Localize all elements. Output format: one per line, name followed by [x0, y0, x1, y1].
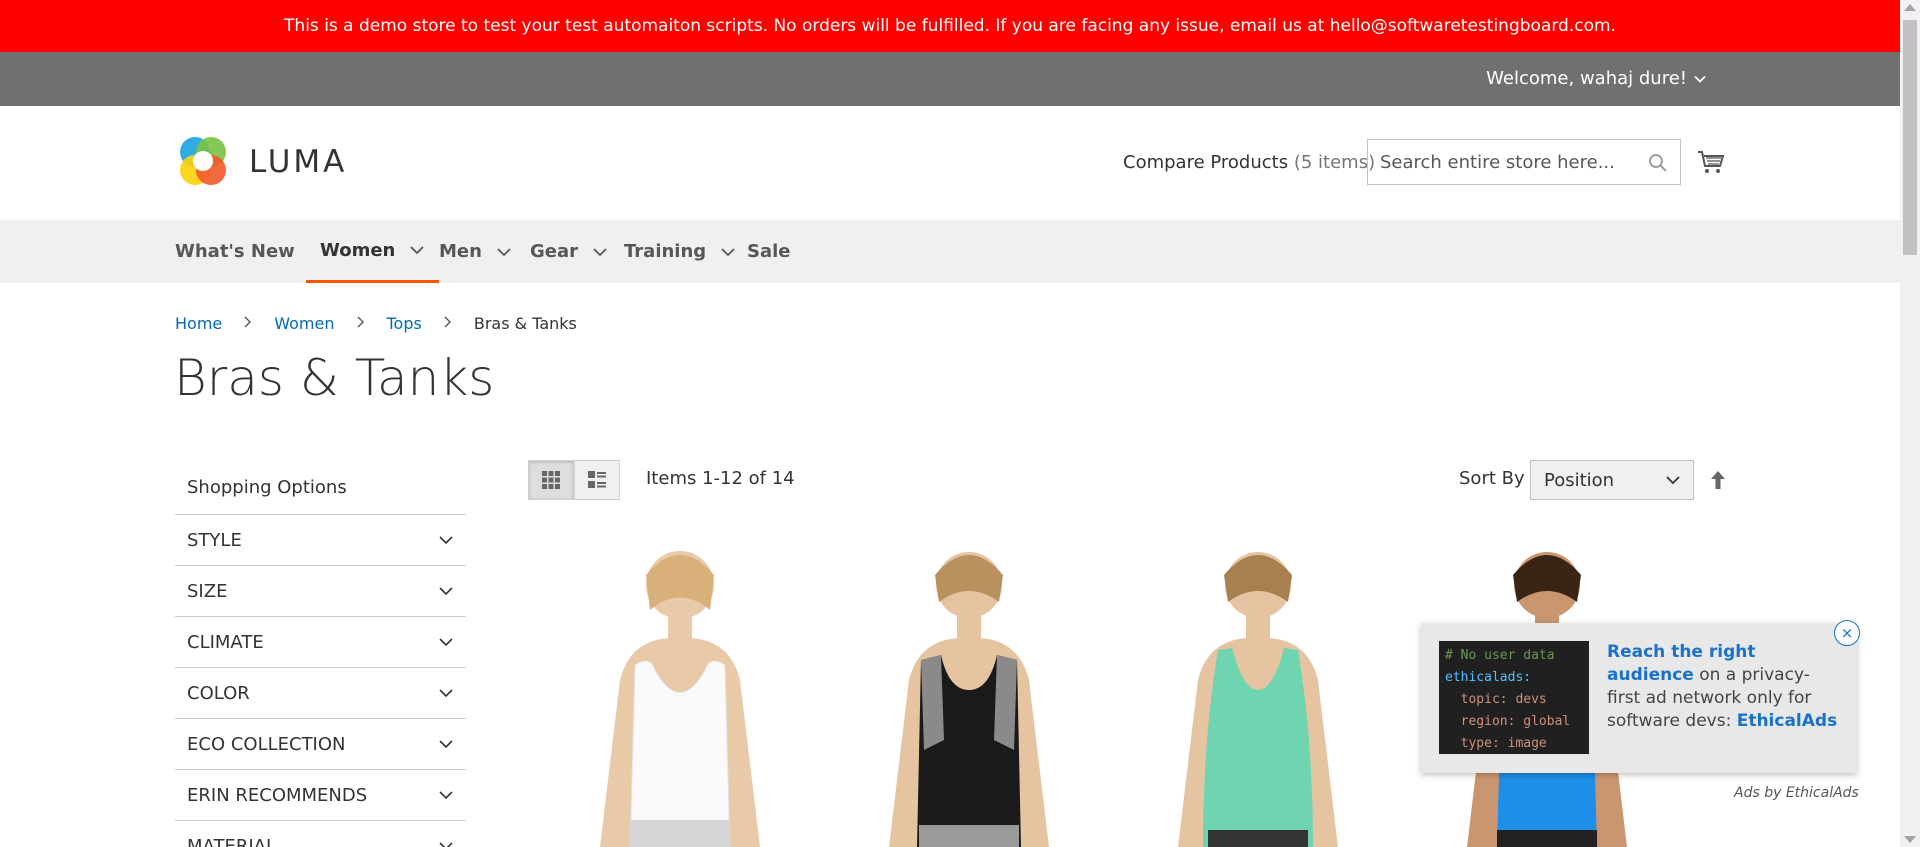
chevron-right-icon	[356, 316, 366, 332]
nav-label: What's New	[175, 241, 295, 262]
list-icon	[588, 471, 606, 488]
nav-men[interactable]: Men	[439, 220, 512, 283]
sort-value: Position	[1544, 469, 1615, 491]
breadcrumb-current: Bras & Tanks	[473, 314, 577, 333]
chevron-down-icon	[593, 247, 607, 256]
demo-store-banner: This is a demo store to test your test a…	[0, 0, 1900, 52]
nav-gear[interactable]: Gear	[530, 220, 608, 283]
grid-icon	[542, 471, 560, 489]
compare-count: (5 items)	[1293, 152, 1376, 173]
ads-credit[interactable]: Ads by EthicalAds	[1734, 785, 1859, 801]
product-item[interactable]	[560, 540, 800, 847]
site-header: LUMA Compare Products (5 items)	[0, 106, 1900, 220]
chevron-right-icon	[443, 316, 453, 332]
list-view-button[interactable]	[574, 460, 620, 500]
nav-label: Sale	[747, 241, 791, 262]
shopping-options-sidebar: Shopping Options STYLE SIZE CLIMATE COLO…	[175, 460, 466, 847]
nav-label: Men	[439, 241, 482, 262]
filter-erin-recommends[interactable]: ERIN RECOMMENDS	[175, 769, 466, 820]
product-image	[600, 551, 760, 847]
ethicalads-ad[interactable]: × # No user data ethicalads: topic: devs…	[1421, 620, 1860, 773]
items-count: Items 1-12 of 14	[646, 468, 795, 489]
filter-style[interactable]: STYLE	[175, 514, 466, 565]
ad-code-line: topic: devs	[1445, 692, 1547, 707]
compare-label: Compare Products	[1123, 152, 1289, 173]
nav-label: Training	[624, 241, 707, 262]
scroll-down-arrow-icon[interactable]	[1904, 836, 1916, 843]
view-mode-switcher	[528, 460, 620, 500]
search-icon[interactable]	[1648, 153, 1668, 173]
chevron-down-icon	[439, 842, 453, 847]
chevron-down-icon	[439, 740, 453, 749]
nav-whats-new[interactable]: What's New	[175, 220, 295, 283]
scroll-up-arrow-icon[interactable]	[1904, 4, 1916, 11]
ad-text: Reach the right audience on a privacy-fi…	[1607, 641, 1843, 733]
filter-label: COLOR	[187, 682, 250, 704]
filter-label: STYLE	[187, 529, 242, 551]
filter-label: SIZE	[187, 580, 228, 602]
product-image	[889, 552, 1049, 847]
chevron-down-icon	[410, 246, 424, 255]
breadcrumb: Home Women Tops Bras & Tanks	[175, 314, 577, 333]
products-toolbar: Items 1-12 of 14 Sort By Position	[528, 460, 1728, 500]
nav-label: Women	[320, 239, 396, 261]
chevron-down-icon	[439, 638, 453, 647]
search-input[interactable]	[1380, 151, 1640, 173]
filter-climate[interactable]: CLIMATE	[175, 616, 466, 667]
filter-label: MATERIAL	[187, 835, 276, 847]
chevron-right-icon	[243, 316, 253, 332]
product-item[interactable]	[1138, 540, 1378, 847]
filter-eco-collection[interactable]: ECO COLLECTION	[175, 718, 466, 769]
product-item[interactable]	[849, 540, 1089, 847]
grid-view-button[interactable]	[528, 460, 574, 500]
welcome-text: Welcome, wahaj dure!	[1486, 68, 1687, 89]
filter-label: ECO COLLECTION	[187, 733, 346, 755]
logo-text: LUMA	[249, 144, 348, 180]
chevron-down-icon	[439, 587, 453, 596]
chevron-down-icon	[1694, 75, 1706, 83]
scrollbar-thumb[interactable]	[1903, 20, 1917, 255]
breadcrumb-home[interactable]: Home	[175, 314, 222, 333]
ad-code-line: type: image	[1445, 736, 1547, 751]
sort-direction-arrow-icon[interactable]	[1708, 469, 1728, 491]
filter-size[interactable]: SIZE	[175, 565, 466, 616]
breadcrumb-tops[interactable]: Tops	[387, 314, 422, 333]
nav-training[interactable]: Training	[624, 220, 736, 283]
ethicalads-link[interactable]: EthicalAds	[1737, 711, 1838, 731]
search-box	[1367, 139, 1681, 185]
chevron-down-icon	[721, 247, 735, 256]
luma-logo-icon	[180, 137, 226, 185]
nav-sale[interactable]: Sale	[747, 220, 791, 283]
sort-by-label: Sort By	[1459, 468, 1525, 489]
top-bar: Welcome, wahaj dure!	[0, 52, 1900, 106]
ad-code-image: # No user data ethicalads: topic: devs r…	[1439, 641, 1589, 754]
sort-by-select[interactable]: Position	[1530, 460, 1694, 500]
nav-women[interactable]: Women	[306, 220, 440, 283]
chevron-down-icon	[439, 536, 453, 545]
chevron-down-icon	[1666, 476, 1680, 485]
chevron-down-icon	[497, 247, 511, 256]
shopping-cart-icon[interactable]	[1697, 148, 1725, 176]
luma-logo[interactable]: LUMA	[175, 134, 347, 190]
filter-label: CLIMATE	[187, 631, 264, 653]
chevron-down-icon	[439, 791, 453, 800]
filter-color[interactable]: COLOR	[175, 667, 466, 718]
page-title: Bras & Tanks	[174, 349, 495, 407]
chevron-down-icon	[439, 689, 453, 698]
filter-material[interactable]: MATERIAL	[175, 820, 466, 847]
main-navigation: What's New Women Men Gear Training Sale	[0, 220, 1900, 283]
ad-code-line: region: global	[1445, 714, 1571, 729]
ad-code-line: # No user data	[1445, 648, 1555, 663]
banner-text: This is a demo store to test your test a…	[284, 16, 1616, 36]
filter-label: ERIN RECOMMENDS	[187, 784, 368, 806]
product-image	[1178, 552, 1338, 847]
nav-label: Gear	[530, 241, 579, 262]
breadcrumb-women[interactable]: Women	[274, 314, 334, 333]
shopping-options-title: Shopping Options	[187, 476, 347, 498]
compare-products-link[interactable]: Compare Products (5 items)	[1123, 152, 1375, 173]
customer-welcome-menu[interactable]: Welcome, wahaj dure!	[1486, 68, 1707, 89]
page-scrollbar[interactable]	[1900, 0, 1920, 847]
ad-code-line: ethicalads:	[1445, 670, 1532, 685]
